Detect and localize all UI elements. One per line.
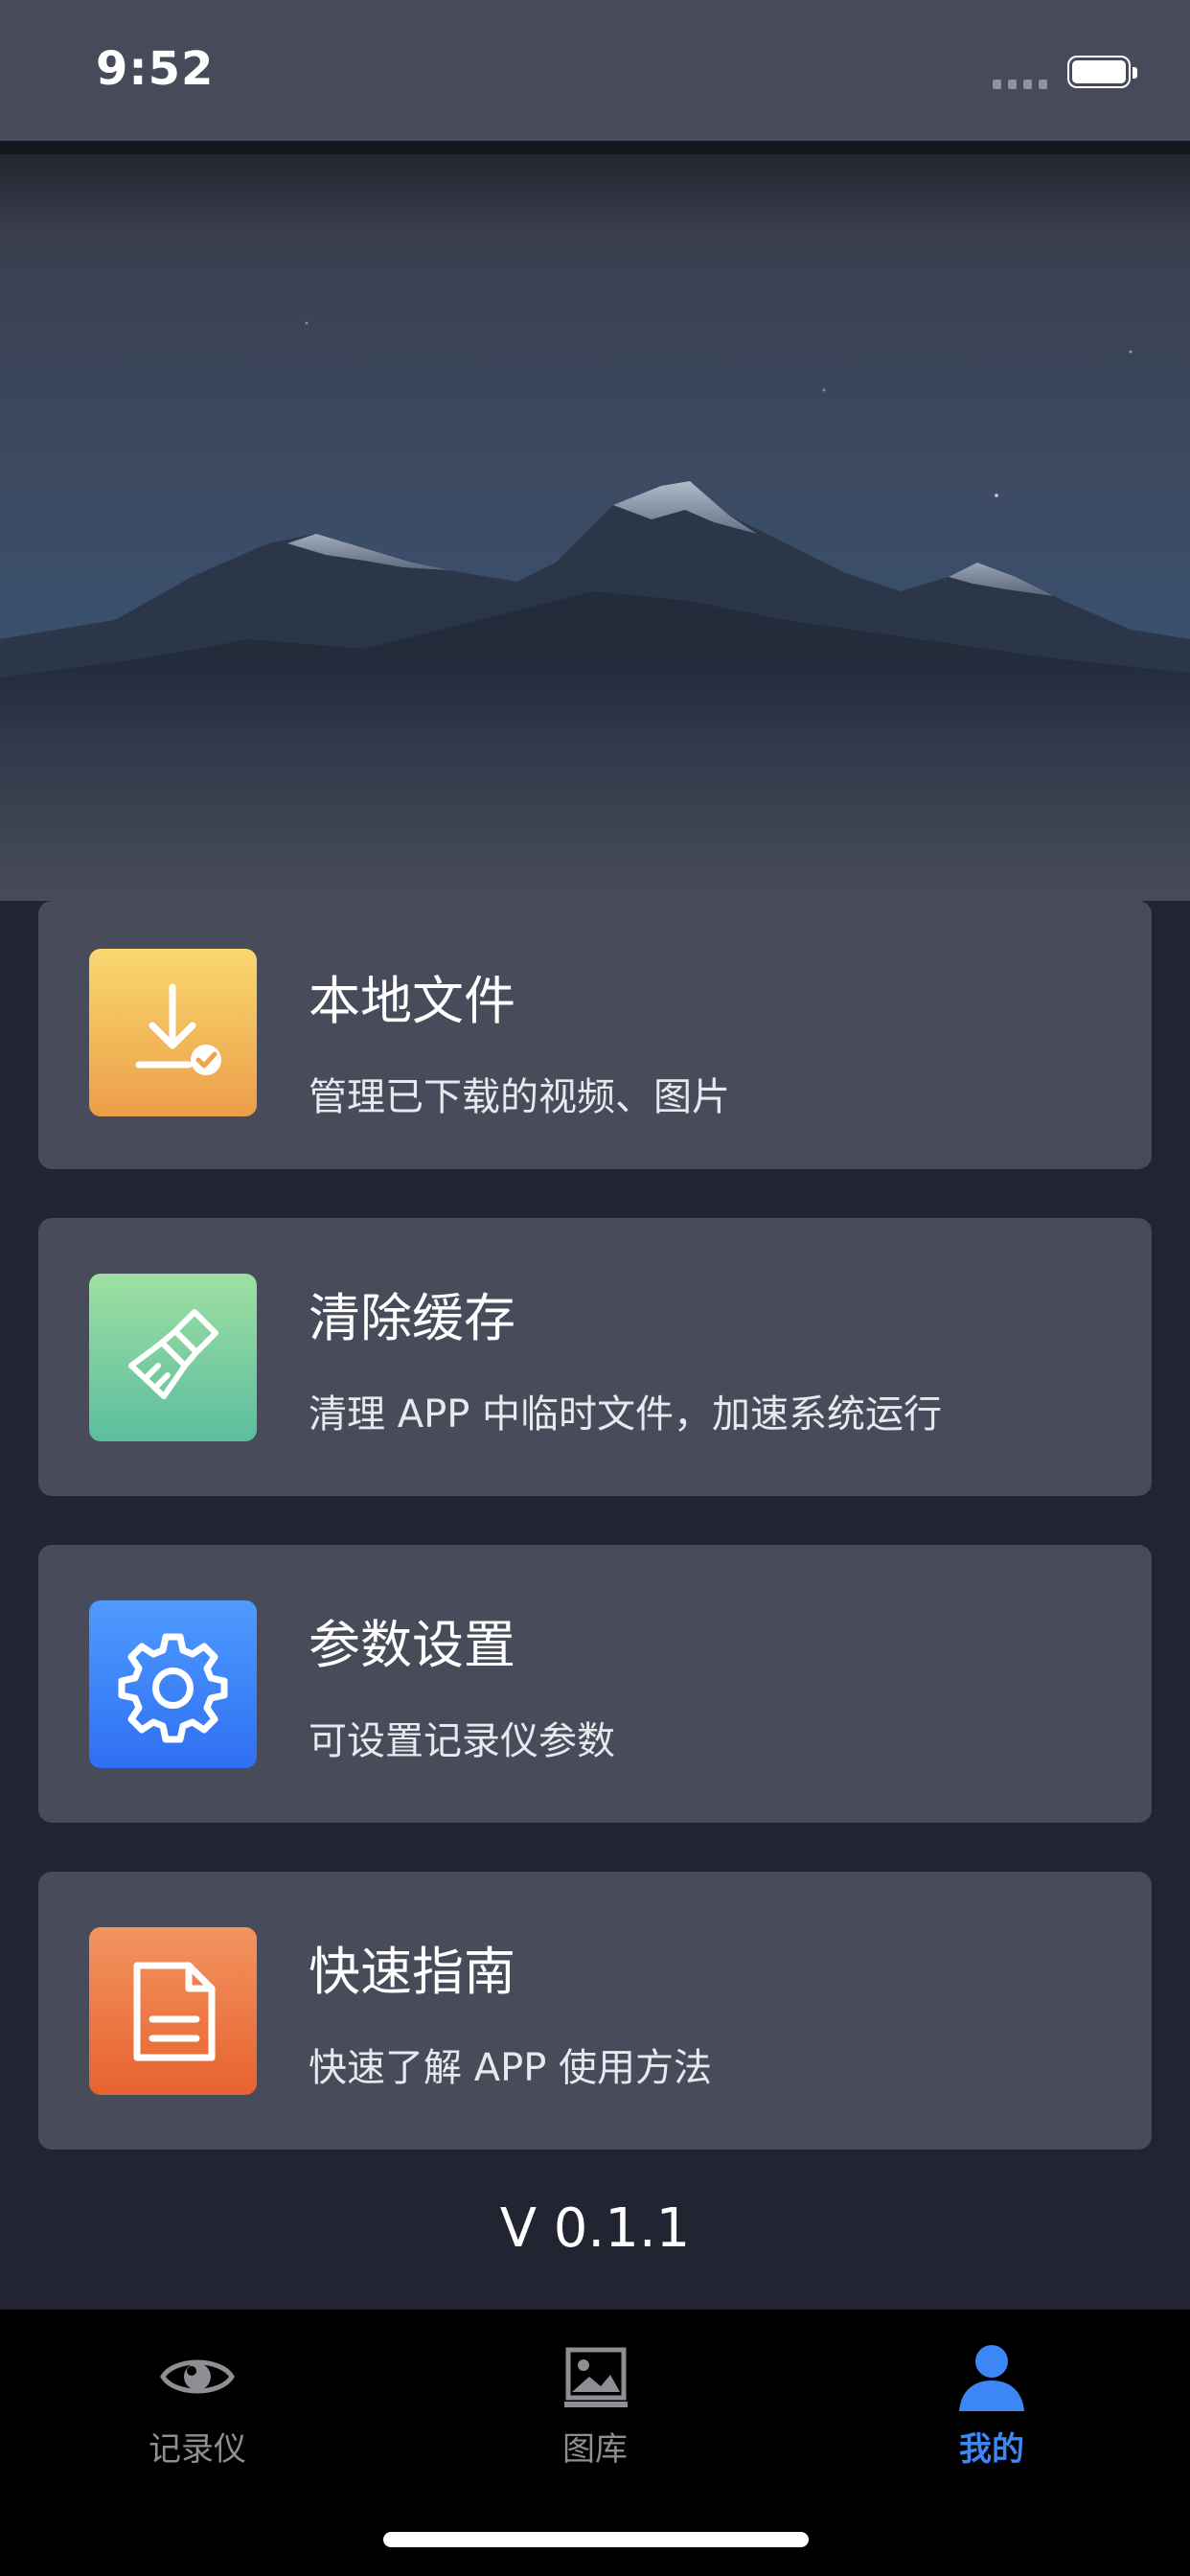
menu-item-quick-guide[interactable]: 快速指南 快速了解 APP 使用方法 (38, 1872, 1152, 2150)
tab-label: 我的 (959, 2430, 1024, 2469)
menu-item-clear-cache[interactable]: 清除缓存 清理 APP 中临时文件，加速系统运行 (38, 1218, 1152, 1496)
status-bar: 9:52 (0, 0, 1190, 141)
version-label: V 0.1.1 (499, 2197, 691, 2260)
menu-item-subtitle: 管理已下载的视频、图片 (309, 1075, 730, 1119)
eye-icon (159, 2338, 236, 2415)
tab-recorder[interactable]: 记录仪 (54, 2310, 341, 2501)
menu-item-local-files[interactable]: 本地文件 管理已下载的视频、图片 (38, 901, 1152, 1169)
menu-item-title: 本地文件 (309, 971, 515, 1031)
gear-icon (89, 1600, 257, 1768)
status-time: 9:52 (96, 42, 215, 96)
menu-item-subtitle: 可设置记录仪参数 (309, 1719, 615, 1763)
tab-label: 图库 (562, 2430, 628, 2469)
download-icon (89, 949, 257, 1116)
menu-item-settings[interactable]: 参数设置 可设置记录仪参数 (38, 1545, 1152, 1823)
menu-item-title: 参数设置 (309, 1615, 515, 1675)
document-icon (89, 1927, 257, 2095)
person-icon (953, 2338, 1030, 2415)
profile-screen: 9:52 本地文件 管理已下载的视频、图片 清除缓存 清理 APP 中临时文件，… (0, 0, 1190, 2576)
gallery-icon (557, 2338, 633, 2415)
menu-item-subtitle: 快速了解 APP 使用方法 (309, 2046, 713, 2090)
signal-icon (993, 80, 1050, 89)
menu-item-subtitle: 清理 APP 中临时文件，加速系统运行 (309, 1392, 943, 1437)
menu-item-title: 清除缓存 (309, 1288, 515, 1348)
tab-mine[interactable]: 我的 (848, 2310, 1135, 2501)
home-indicator[interactable] (383, 2532, 809, 2547)
brush-icon (89, 1274, 257, 1441)
tab-gallery[interactable]: 图库 (451, 2310, 739, 2501)
menu-item-title: 快速指南 (309, 1942, 515, 2002)
tab-label: 记录仪 (149, 2430, 246, 2469)
battery-icon (1067, 56, 1137, 90)
hero-banner-image (0, 141, 1190, 901)
